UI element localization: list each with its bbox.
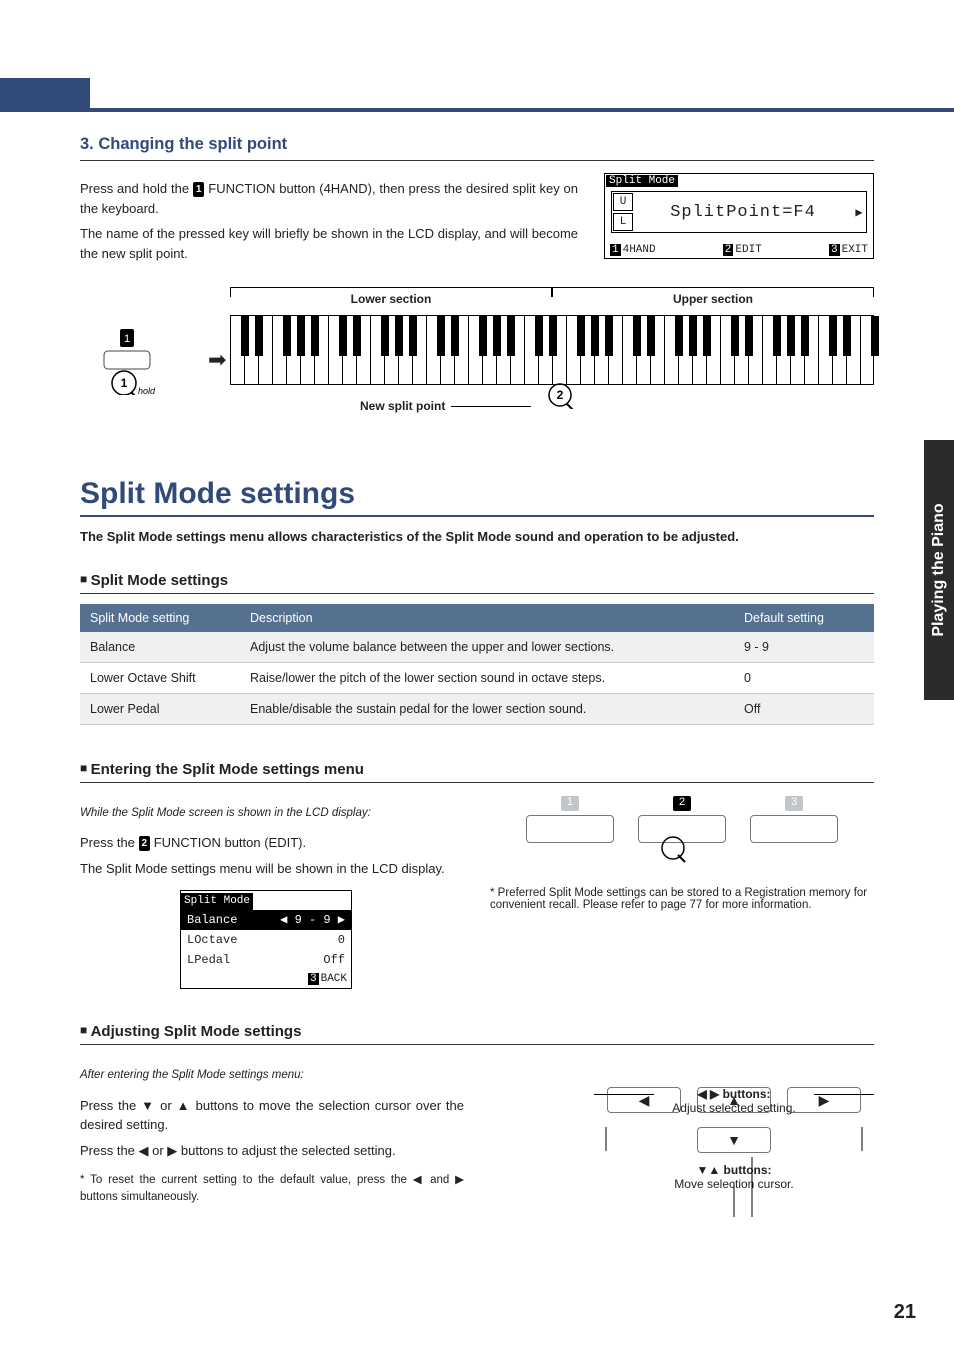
adjusting-subhead: Adjusting Split Mode settings — [80, 1023, 874, 1045]
settings-subhead: Split Mode settings — [80, 572, 874, 594]
table-row: BalanceAdjust the volume balance between… — [80, 632, 874, 663]
enter-i1: While the Split Mode screen is shown in … — [80, 805, 464, 822]
new-split-point-label: New split point — [360, 399, 531, 413]
enter-p1: Press the 2 FUNCTION button (EDIT). — [80, 833, 464, 853]
svg-text:1: 1 — [121, 376, 128, 390]
fn2-badge-icon: 2 — [139, 836, 151, 851]
section-3-heading: 3. Changing the split point — [80, 135, 874, 161]
fn-button-1: 1 — [526, 815, 614, 843]
entering-subhead: Entering the Split Mode settings menu — [80, 761, 874, 783]
function-buttons-illustration: 1 2 3 — [490, 815, 874, 843]
section-tab: Playing the Piano — [924, 440, 954, 700]
arrow-right-icon: ➡ — [208, 347, 226, 373]
section3-p2: The name of the pressed key will briefly… — [80, 224, 578, 263]
piano-keyboard-icon — [230, 315, 874, 385]
keyboard-diagram: 1 1 hold ➡ Lower section Upper section — [80, 287, 874, 437]
adjust-p2: Press the ◀ or ▶ buttons to adjust the s… — [80, 1141, 464, 1161]
section-tab-label: Playing the Piano — [930, 503, 948, 636]
header-bar — [0, 78, 954, 112]
enter-p2: The Split Mode settings menu will be sho… — [80, 859, 464, 879]
function-button-illustration: 1 1 hold — [90, 327, 205, 395]
settings-table: Split Mode setting Description Default s… — [80, 604, 874, 725]
adjust-footnote: * To reset the current setting to the de… — [80, 1172, 464, 1207]
fn1-badge-icon: 1 — [193, 182, 205, 197]
section3-p1: Press and hold the 1 FUNCTION button (4H… — [80, 179, 578, 218]
table-row: Lower PedalEnable/disable the sustain pe… — [80, 694, 874, 725]
lcd-settings-menu: Split Mode Balance◀ 9 - 9 ▶ LOctave0 LPe… — [180, 890, 352, 989]
table-row: Lower Octave ShiftRaise/lower the pitch … — [80, 663, 874, 694]
svg-text:1: 1 — [124, 333, 130, 345]
nav-buttons-illustration: ◀ ▶ buttons:Adjust selected setting. ◀ ▲… — [594, 1087, 874, 1257]
fn-button-3: 3 — [750, 815, 838, 843]
fn-button-2: 2 — [638, 815, 726, 843]
svg-text:hold: hold — [138, 386, 156, 395]
down-button-icon: ▼ — [697, 1127, 771, 1153]
hand-press-icon: 2 — [548, 383, 574, 409]
lcd-splitpoint: Split Mode U L SplitPoint=F4 ▶ 14HAND 2E… — [604, 173, 874, 259]
lcd-splitpoint-value: SplitPoint=F4 — [634, 192, 852, 232]
page-number: 21 — [894, 1301, 916, 1324]
registration-note: * Preferred Split Mode settings can be s… — [490, 887, 874, 911]
lower-section-label: Lower section — [230, 287, 552, 306]
page-title: Split Mode settings — [80, 477, 874, 517]
adjust-p1: Press the ▼ or ▲ buttons to move the sel… — [80, 1096, 464, 1135]
adjust-i1: After entering the Split Mode settings m… — [80, 1067, 464, 1084]
intro-text: The Split Mode settings menu allows char… — [80, 529, 874, 544]
svg-text:2: 2 — [557, 388, 564, 402]
upper-section-label: Upper section — [552, 287, 874, 306]
